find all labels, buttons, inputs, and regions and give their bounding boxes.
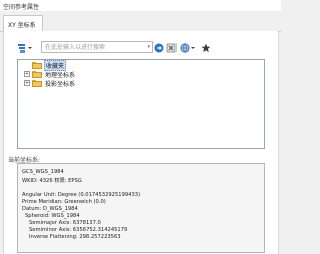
detail-line: Semiminor Axis: 6356752.314245179 [29,227,128,233]
detail-line: GCS_WGS_1984 [22,169,64,175]
globe-button[interactable] [180,42,196,53]
xy-panel: ▾ [3,31,279,254]
coordinate-system-details[interactable]: GCS_WGS_1984 WKID: 4326 权限: EPSG Angular… [17,163,265,253]
tree-item-label: 投影坐标系 [45,80,76,88]
tab-strip: XY 坐标系 [0,11,281,33]
detail-line: WKID: 4326 权限: EPSG [22,178,82,184]
clear-icon [166,43,176,52]
detail-line: Semimajor Axis: 6378137.0 [29,220,101,226]
toolbar: ▾ [4,41,278,55]
search-go-icon [154,43,164,52]
folder-icon [32,61,42,69]
filter-icon [18,44,32,53]
detail-line: Prime Meridian: Greenwich (0.0) [22,199,106,205]
filter-button[interactable] [17,43,33,54]
detail-line: Angular Unit: Degree (0.0174532925199433… [22,192,141,198]
folder-icon [32,79,42,87]
tree-item-geographic[interactable]: + 地理坐标系 [18,70,76,79]
detail-line: Datum: D_WGS_1984 [22,206,78,212]
toolbar-separator [176,43,177,52]
tree-item-projected[interactable]: + 投影坐标系 [18,79,76,88]
window-title: 空间参考属性 [3,4,40,11]
search-button[interactable] [154,42,164,53]
search-input[interactable] [42,42,142,52]
title-bar: 空间参考属性 [0,0,281,11]
tree-item-label: 地理坐标系 [45,71,76,79]
star-icon [201,43,211,52]
detail-line: Inverse Flattening: 298.257223563 [29,234,121,240]
search-input-box[interactable]: ▾ [41,41,153,53]
expand-icon[interactable]: + [24,80,30,86]
folder-icon [32,70,42,78]
coordinate-system-tree[interactable]: 收藏夹 + 地理坐标系 + 投影坐标系 [17,59,265,149]
tab-label: XY 坐标系 [8,22,36,29]
tree-item-favorites[interactable]: 收藏夹 [18,59,67,71]
chevron-down-icon[interactable]: ▾ [147,44,150,50]
clear-button[interactable] [166,42,176,53]
globe-icon [180,42,195,53]
detail-line: Spheroid: WGS_1984 [25,213,80,219]
add-favorite-button[interactable] [201,42,211,53]
expand-icon[interactable]: + [24,71,30,77]
